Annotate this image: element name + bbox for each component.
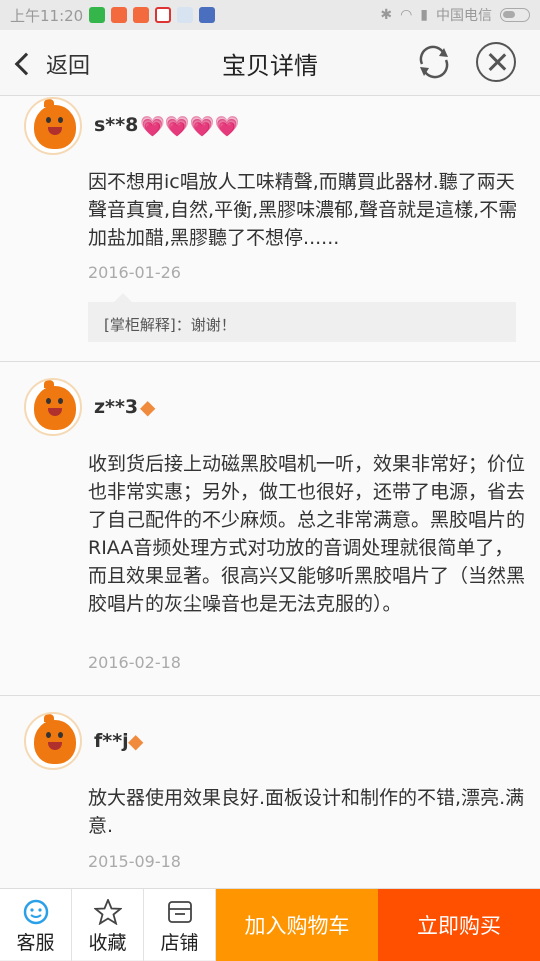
reviews-list[interactable]: s**8 💗💗💗💗 因不想用ic唱放人工味精聲,而購買此器材.聽了兩天聲音真實,… — [0, 96, 540, 888]
status-time: 上午11:20 — [10, 6, 84, 25]
avatar[interactable] — [24, 712, 82, 770]
review-item: f**j ◆ 放大器使用效果良好.面板设计和制作的不错,漂亮.满意. 2015-… — [0, 696, 540, 888]
signal-icon: ▮ — [420, 7, 428, 23]
review-date: 2016-01-26 — [88, 263, 181, 282]
status-bar: 上午11:20 ✱ ◠ ▮ 中国电信 — [0, 0, 540, 30]
wifi-icon: ◠ — [400, 7, 413, 23]
diamond-icon: ◆ — [140, 395, 156, 419]
review-text: 因不想用ic唱放人工味精聲,而購買此器材.聽了兩天聲音真實,自然,平衡,黑膠味濃… — [88, 171, 518, 249]
bottom-action-bar: 客服 收藏 店铺 加入购物车 立即购买 — [0, 888, 540, 961]
diamond-icon: ◆ — [128, 729, 144, 753]
app-icon — [177, 7, 194, 23]
app-icon — [199, 7, 216, 23]
store-button[interactable]: 店铺 — [144, 889, 216, 961]
store-label: 店铺 — [160, 932, 199, 954]
wechat-icon — [89, 7, 106, 23]
reviewer-name: s**8 — [94, 114, 139, 136]
avatar[interactable] — [24, 97, 82, 155]
notification-icons — [89, 7, 216, 23]
service-label: 客服 — [16, 932, 55, 954]
refresh-icon[interactable] — [414, 42, 454, 82]
heart-icon: 💗💗💗💗 — [140, 114, 240, 138]
bluetooth-icon: ✱ — [380, 7, 393, 23]
store-icon — [168, 901, 192, 923]
top-nav-bar: 返回 宝贝详情 — [0, 30, 540, 96]
buy-now-button[interactable]: 立即购买 — [378, 889, 540, 961]
reviewer-name: z**3 — [94, 396, 139, 418]
app-icon — [155, 7, 172, 23]
seller-reply: [掌柜解释]：谢谢！ — [88, 293, 516, 342]
customer-service-icon — [23, 899, 49, 925]
page-title: 宝贝详情 — [222, 52, 318, 80]
reviewer-name: f**j — [94, 730, 129, 752]
review-date: 2015-09-18 — [88, 852, 181, 871]
app-icon — [111, 7, 128, 23]
app-icon — [133, 7, 150, 23]
close-button[interactable] — [476, 42, 516, 82]
favorite-button[interactable]: 收藏 — [72, 889, 144, 961]
carrier-label: 中国电信 — [436, 8, 492, 24]
review-text: 收到货后接上动磁黑胶唱机一听，效果非常好；价位也非常实惠；另外，做工也很好，还带… — [88, 453, 526, 615]
review-text: 放大器使用效果良好.面板设计和制作的不错,漂亮.满意. — [88, 787, 525, 837]
add-to-cart-button[interactable]: 加入购物车 — [216, 889, 378, 961]
review-item: s**8 💗💗💗💗 因不想用ic唱放人工味精聲,而購買此器材.聽了兩天聲音真實,… — [0, 96, 540, 362]
review-item: z**3 ◆ 收到货后接上动磁黑胶唱机一听，效果非常好；价位也非常实惠；另外，做… — [0, 362, 540, 696]
star-icon — [94, 899, 122, 925]
avatar[interactable] — [24, 378, 82, 436]
favorite-label: 收藏 — [88, 932, 127, 954]
customer-service-button[interactable]: 客服 — [0, 889, 72, 961]
battery-icon — [500, 8, 530, 22]
review-date: 2016-02-18 — [88, 653, 181, 672]
